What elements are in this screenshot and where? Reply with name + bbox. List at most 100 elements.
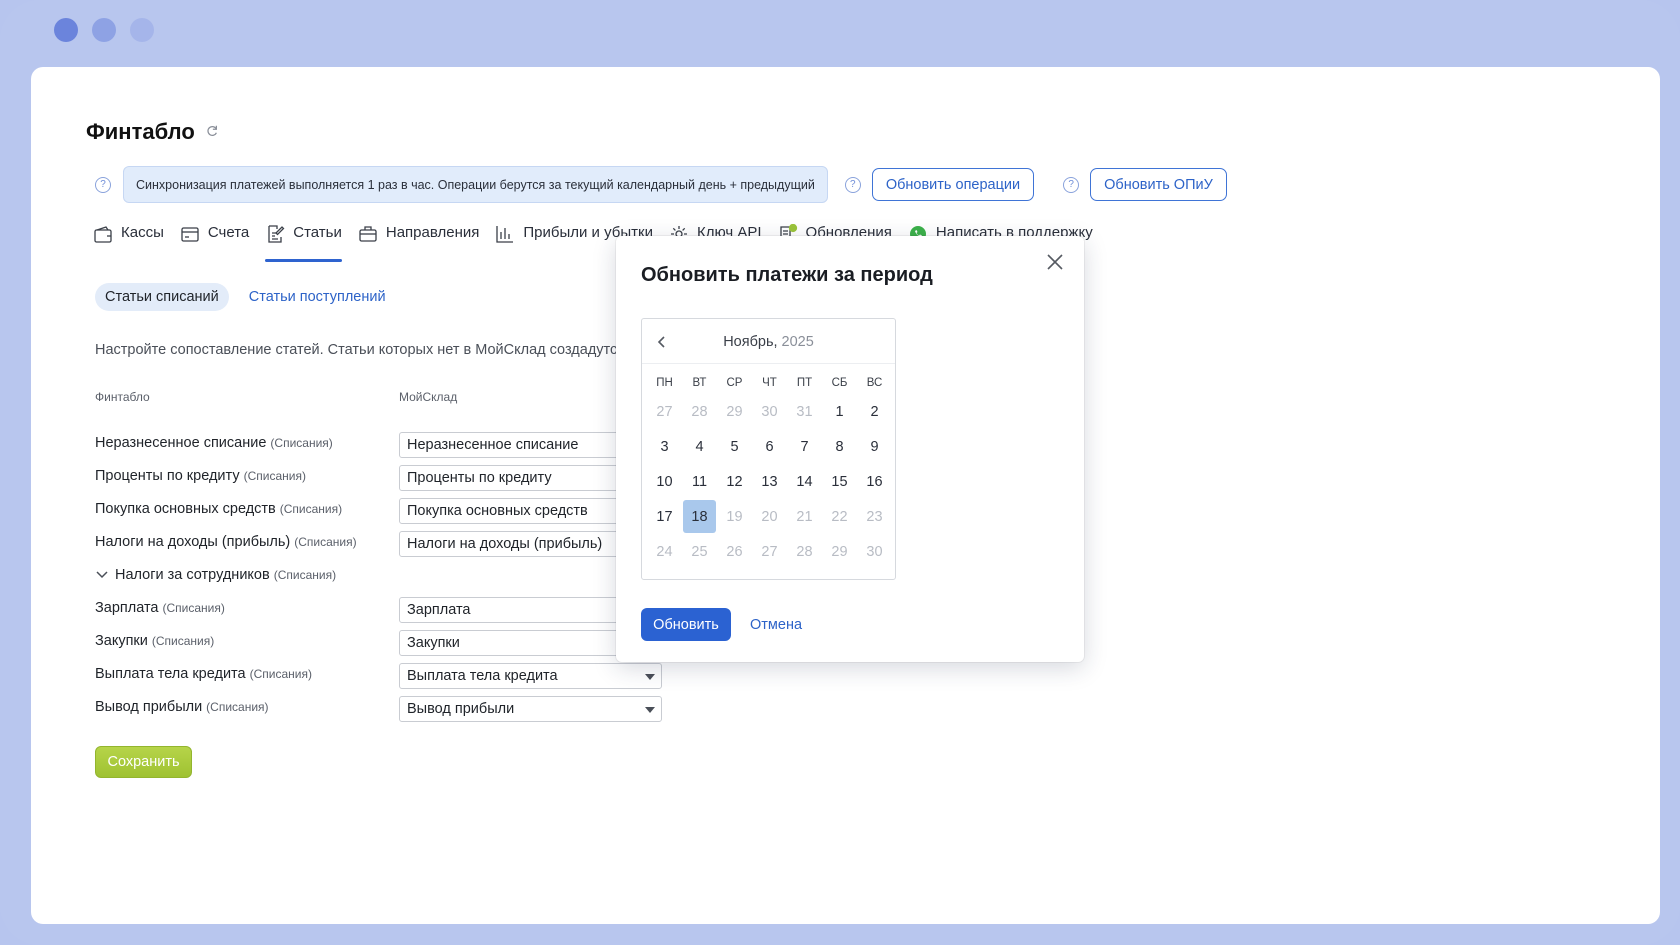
tab-label: Счета — [207, 224, 250, 241]
calendar-day: 28 — [691, 403, 708, 420]
weekday-label: СБ — [831, 377, 848, 389]
calendar-day[interactable]: 1 — [822, 394, 857, 429]
calendar-day: 25 — [691, 543, 708, 560]
calendar-day[interactable]: 7 — [787, 429, 822, 464]
wallet-icon — [94, 226, 112, 243]
calendar-day[interactable]: 3 — [647, 429, 682, 464]
window-dot-maximize[interactable] — [130, 18, 154, 42]
browser-frame: Финтабло ? Синхронизация платежей выполн… — [0, 0, 1680, 945]
calendar-day: 29 — [726, 403, 743, 420]
tab-articles[interactable]: Статьи — [265, 221, 342, 262]
help-icon[interactable]: ? — [95, 176, 111, 193]
calendar-day[interactable]: 12 — [717, 464, 752, 499]
row-label: Вывод прибыли (Списания) — [95, 699, 269, 715]
mapping-row: Вывод прибыли (Списания) — [95, 699, 269, 715]
article-subtabs: Статьи списаний Статьи поступлений — [95, 283, 386, 311]
row-label: Закупки (Списания) — [95, 633, 215, 649]
calendar-day[interactable]: 9 — [857, 429, 892, 464]
weekday-label: ВС — [866, 377, 883, 389]
tab-label: Статьи — [293, 224, 342, 241]
sync-info-row: ? Синхронизация платежей выполняется 1 р… — [95, 166, 1227, 203]
moysklad-select[interactable]: Выплата тела кредита — [399, 663, 662, 689]
calendar-day: 22 — [831, 508, 848, 525]
tab-cash[interactable]: Кассы — [93, 221, 164, 261]
calendar-day: 29 — [831, 543, 848, 560]
weekday-label: ЧТ — [762, 377, 777, 389]
tab-directions[interactable]: Направления — [358, 221, 479, 261]
cancel-button[interactable]: Отмена — [750, 617, 802, 633]
row-label: Покупка основных средств (Списания) — [95, 501, 343, 517]
weekday-label: ПТ — [796, 377, 813, 389]
calendar-day[interactable]: 13 — [752, 464, 787, 499]
row-label: Неразнесенное списание (Списания) — [95, 435, 333, 451]
modal-title: Обновить платежи за период — [641, 264, 933, 286]
calendar-day[interactable]: 17 — [647, 499, 682, 534]
weekday-label: СР — [726, 377, 743, 389]
chevron-down-icon[interactable] — [95, 568, 109, 582]
close-icon[interactable] — [1046, 253, 1064, 271]
window-dot-close[interactable] — [54, 18, 78, 42]
row-label: Зарплата (Списания) — [95, 600, 225, 616]
weekday-header: ПН ВТ СР ЧТ ПТ СБ ВС — [647, 377, 892, 389]
bar-chart-icon — [496, 226, 514, 243]
row-label: Проценты по кредиту (Списания) — [95, 468, 306, 484]
calendar-day: 31 — [796, 403, 813, 420]
row-label: Выплата тела кредита (Списания) — [95, 666, 312, 682]
mapping-row: Проценты по кредиту (Списания) — [95, 468, 306, 484]
mapping-row: Выплата тела кредита (Списания) — [95, 666, 312, 682]
calendar-header: Ноябрь, 2025 — [642, 319, 895, 364]
calendar-day: 30 — [761, 403, 778, 420]
calendar-day: 20 — [761, 508, 778, 525]
mapping-hint: Настройте сопоставление статей. Статьи к… — [95, 342, 626, 358]
calendar-day[interactable]: 2 — [857, 394, 892, 429]
subtab-income[interactable]: Статьи поступлений — [249, 289, 386, 305]
edit-list-icon — [268, 225, 285, 243]
calendar-day[interactable]: 11 — [682, 464, 717, 499]
calendar-day-selected[interactable]: 18 — [683, 500, 716, 533]
update-button[interactable]: Обновить — [641, 608, 731, 641]
window-controls — [54, 18, 154, 42]
refresh-icon[interactable] — [205, 124, 221, 140]
help-icon[interactable]: ? — [1063, 176, 1080, 193]
calendar-day[interactable]: 6 — [752, 429, 787, 464]
update-period-modal: Обновить платежи за период Ноябрь, 2025 П… — [616, 236, 1084, 662]
column-header-fintablo: Финтабло — [95, 390, 150, 404]
page-title: Финтабло — [86, 119, 195, 144]
help-icon[interactable]: ? — [844, 176, 861, 193]
update-pnl-button[interactable]: Обновить ОПиУ — [1090, 168, 1227, 201]
window-dot-minimize[interactable] — [92, 18, 116, 42]
calendar-day[interactable]: 5 — [717, 429, 752, 464]
calendar-day[interactable]: 4 — [682, 429, 717, 464]
date-picker: Ноябрь, 2025 ПН ВТ СР ЧТ ПТ СБ ВС 27 28 29 30 31 1 2 3… — [641, 318, 896, 580]
calendar-day[interactable]: 14 — [787, 464, 822, 499]
subtab-expenses[interactable]: Статьи списаний — [95, 283, 229, 311]
moysklad-select[interactable]: Вывод прибыли — [399, 696, 662, 722]
calendar-day: 24 — [656, 543, 673, 560]
mapping-row: Зарплата (Списания) — [95, 600, 225, 616]
calendar-day[interactable]: 8 — [822, 429, 857, 464]
calendar-day: 19 — [726, 508, 743, 525]
tab-label: Кассы — [121, 224, 164, 241]
calendar-month-year[interactable]: Ноябрь, 2025 — [642, 334, 895, 350]
sync-info-banner: Синхронизация платежей выполняется 1 раз… — [123, 166, 828, 203]
update-operations-button[interactable]: Обновить операции — [871, 168, 1035, 201]
weekday-label: ВТ — [692, 377, 707, 389]
calendar-day: 27 — [656, 403, 673, 420]
mapping-row: Неразнесенное списание (Списания) — [95, 435, 333, 451]
calendar-day[interactable]: 15 — [822, 464, 857, 499]
weekday-label: ПН — [656, 377, 673, 389]
modal-actions: Обновить Отмена — [641, 608, 802, 641]
mapping-group-row[interactable]: Налоги за сотрудников (Списания) — [95, 567, 336, 583]
calendar-day: 30 — [866, 543, 883, 560]
save-button[interactable]: Сохранить — [95, 746, 192, 778]
card-icon — [181, 227, 199, 242]
tab-accounts[interactable]: Счета — [180, 221, 249, 261]
calendar-day: 27 — [761, 543, 778, 560]
calendar-day: 21 — [796, 508, 813, 525]
calendar-day: 28 — [796, 543, 813, 560]
calendar-day[interactable]: 16 — [857, 464, 892, 499]
mapping-row: Закупки (Списания) — [95, 633, 214, 649]
row-label: Налоги на доходы (прибыль) (Списания) — [95, 534, 357, 550]
calendar-day[interactable]: 10 — [647, 464, 682, 499]
title-row: Финтабло — [86, 119, 221, 145]
